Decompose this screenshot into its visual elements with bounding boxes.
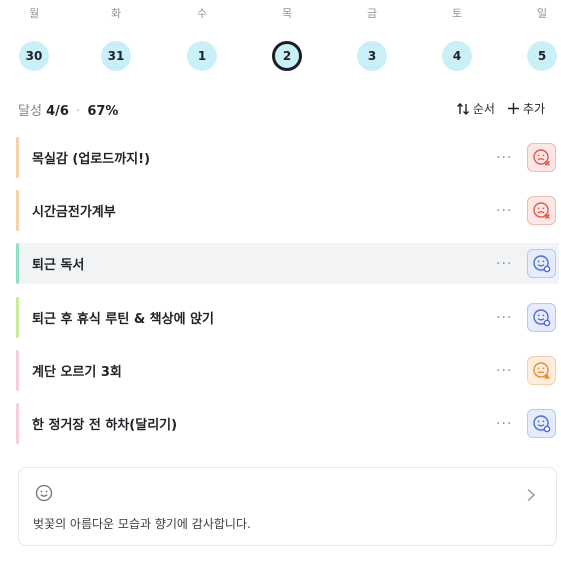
day-column: 수1: [182, 0, 222, 71]
summary-prefix: 달성: [18, 104, 42, 119]
sort-arrows-icon: [456, 102, 469, 115]
day-date-selected[interactable]: 2: [272, 41, 302, 71]
day-date[interactable]: 1: [187, 41, 217, 71]
day-date[interactable]: 31: [101, 41, 131, 71]
smile-face-check-icon[interactable]: [527, 249, 556, 278]
task-title: 한 정거장 전 하차(달리기): [32, 418, 178, 433]
day-column: 화 31: [96, 0, 136, 71]
task-color-bar: [16, 403, 19, 444]
task-color-bar: [16, 350, 19, 391]
task-row[interactable]: 시간금전가계부 ···: [16, 190, 559, 231]
task-title: 퇴근 독서: [32, 258, 85, 273]
list-actions: 순서 추가: [456, 100, 545, 117]
summary-separator: ·: [76, 104, 81, 119]
plus-icon: [507, 103, 519, 114]
note-card[interactable]: 벚꽃의 아름다운 모습과 향기에 감사합니다.: [18, 467, 557, 546]
more-options-button[interactable]: ···: [496, 150, 512, 166]
day-date[interactable]: 4: [442, 41, 472, 71]
day-date[interactable]: 30: [19, 41, 49, 71]
task-title: 계단 오르기 3회: [32, 365, 122, 380]
day-label: 수: [196, 7, 208, 20]
task-title: 퇴근 후 휴식 루틴 & 책상에 앉기: [32, 312, 215, 327]
sad-face-x-icon[interactable]: [527, 143, 556, 172]
day-label: 목: [281, 7, 293, 20]
week-strip: 월 30 화 31 수 1 목 2 금 3 토 4 일 5: [0, 0, 561, 80]
smile-face-check-icon[interactable]: [527, 409, 556, 438]
day-label: 금: [366, 7, 378, 20]
chevron-right-icon[interactable]: [526, 488, 536, 502]
day-column: 토4: [437, 0, 477, 71]
neutral-face-warning-icon[interactable]: [527, 356, 556, 385]
day-label: 일: [536, 7, 548, 20]
day-column: 일5: [522, 0, 561, 71]
day-column: 금3: [352, 0, 392, 71]
task-color-bar: [16, 297, 19, 338]
day-label: 화: [110, 7, 122, 20]
summary-percent: 67%: [87, 104, 119, 119]
day-column: 월 30: [14, 0, 54, 71]
task-title: 시간금전가계부: [32, 205, 116, 220]
achievement-summary: 달성 4/6 · 67%: [18, 100, 118, 119]
task-row[interactable]: 퇴근 후 휴식 루틴 & 책상에 앉기 ···: [16, 297, 559, 338]
task-color-bar: [16, 190, 19, 231]
add-button[interactable]: 추가: [507, 100, 545, 117]
more-options-button[interactable]: ···: [496, 256, 512, 272]
task-title: 목실감 (업로드까지!): [32, 152, 151, 167]
smile-icon: [35, 484, 53, 502]
sad-face-x-icon[interactable]: [527, 196, 556, 225]
more-options-button[interactable]: ···: [496, 363, 512, 379]
task-row[interactable]: 계단 오르기 3회 ···: [16, 350, 559, 391]
day-date[interactable]: 3: [357, 41, 387, 71]
day-label: 월: [28, 7, 40, 20]
day-label: 토: [451, 7, 463, 20]
sort-button[interactable]: 순서: [456, 100, 495, 117]
summary-progress: 4/6: [46, 104, 69, 119]
day-column: 목2: [267, 0, 307, 71]
task-row[interactable]: 한 정거장 전 하차(달리기) ···: [16, 403, 559, 444]
more-options-button[interactable]: ···: [496, 416, 512, 432]
task-color-bar: [16, 243, 19, 284]
smile-face-check-icon[interactable]: [527, 303, 556, 332]
day-date[interactable]: 5: [527, 41, 557, 71]
task-row[interactable]: 목실감 (업로드까지!) ···: [16, 137, 559, 178]
task-color-bar: [16, 137, 19, 178]
note-text: 벚꽃의 아름다운 모습과 향기에 감사합니다.: [33, 517, 251, 531]
more-options-button[interactable]: ···: [496, 203, 512, 219]
more-options-button[interactable]: ···: [496, 310, 512, 326]
task-row[interactable]: 퇴근 독서 ···: [16, 243, 559, 284]
add-label: 추가: [522, 102, 545, 116]
sort-label: 순서: [472, 102, 495, 116]
